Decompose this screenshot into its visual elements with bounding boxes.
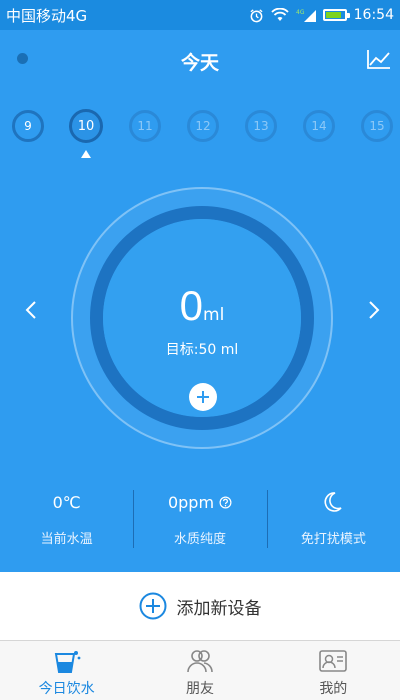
date-12[interactable]: 12 [187, 110, 219, 142]
temperature-value: 0℃ [52, 492, 81, 512]
tab-friends[interactable]: 朋友 [133, 641, 266, 700]
tab-today-water[interactable]: 今日饮水 [0, 641, 133, 700]
intake-value: 0 [179, 282, 204, 329]
bottom-nav: 今日饮水 朋友 我的 [0, 640, 400, 700]
date-13[interactable]: 13 [245, 110, 277, 142]
help-icon[interactable] [219, 496, 232, 509]
do-not-disturb-label: 免打扰模式 [300, 532, 366, 547]
date-15[interactable]: 15 [361, 110, 393, 142]
add-water-button[interactable] [189, 383, 217, 411]
top-header: 今天 [0, 30, 400, 90]
signal-icon: 4G [296, 9, 316, 22]
svg-text:4G: 4G [296, 9, 305, 16]
purity-value: 0ppm [167, 492, 215, 512]
clock-time: 16:54 [353, 7, 394, 23]
moon-icon [324, 492, 342, 512]
date-11[interactable]: 11 [129, 110, 161, 142]
battery-icon [322, 9, 350, 21]
purity-label: 水质纯度 [173, 532, 226, 547]
add-device-label: 添加新设备 [176, 598, 262, 619]
water-temperature: 0℃ 当前水温 [0, 488, 133, 554]
status-bar: 中国移动4G 4G 16:54 [0, 0, 400, 30]
do-not-disturb-toggle[interactable]: 免打扰模式 [266, 488, 400, 554]
intake-unit: ml [203, 305, 225, 325]
date-10[interactable]: 10 [69, 109, 103, 143]
water-panel: 今天 9 10 11 12 13 14 15 0ml 目标:50 ml 0℃ 当前水温 0p… [0, 30, 400, 572]
water-cup-icon [54, 651, 81, 673]
page-title: 今天 [180, 52, 219, 74]
selected-date-marker [81, 150, 91, 158]
date-9[interactable]: 9 [12, 110, 44, 142]
carrier-name: 中国移动4G [6, 6, 88, 25]
intake-amount: 0ml [71, 282, 333, 330]
line-chart-icon[interactable] [366, 48, 392, 70]
date-14[interactable]: 14 [303, 110, 335, 142]
tab-today-water-label: 今日饮水 [38, 681, 95, 697]
alarm-icon [250, 8, 263, 22]
date-selector: 9 10 11 12 13 14 15 [0, 109, 400, 170]
next-day-arrow-icon[interactable] [368, 300, 380, 320]
tab-me-label: 我的 [319, 681, 348, 697]
friends-icon [187, 650, 213, 673]
temperature-label: 当前水温 [40, 532, 93, 547]
profile-card-icon [319, 650, 348, 672]
tab-me[interactable]: 我的 [267, 641, 400, 700]
tab-friends-label: 朋友 [185, 681, 214, 697]
add-circle-icon [139, 592, 166, 620]
wifi-icon [270, 8, 289, 21]
stats-row: 0℃ 当前水温 0ppm 水质纯度 免打扰模式 [0, 488, 400, 554]
add-device-button[interactable]: 添加新设备 [0, 572, 400, 640]
intake-goal: 目标:50 ml [165, 342, 239, 358]
plus-icon [197, 391, 209, 403]
prev-day-arrow-icon[interactable] [25, 300, 37, 320]
intake-ring: 0ml 目标:50 ml [71, 187, 333, 449]
water-purity: 0ppm 水质纯度 [133, 488, 266, 554]
